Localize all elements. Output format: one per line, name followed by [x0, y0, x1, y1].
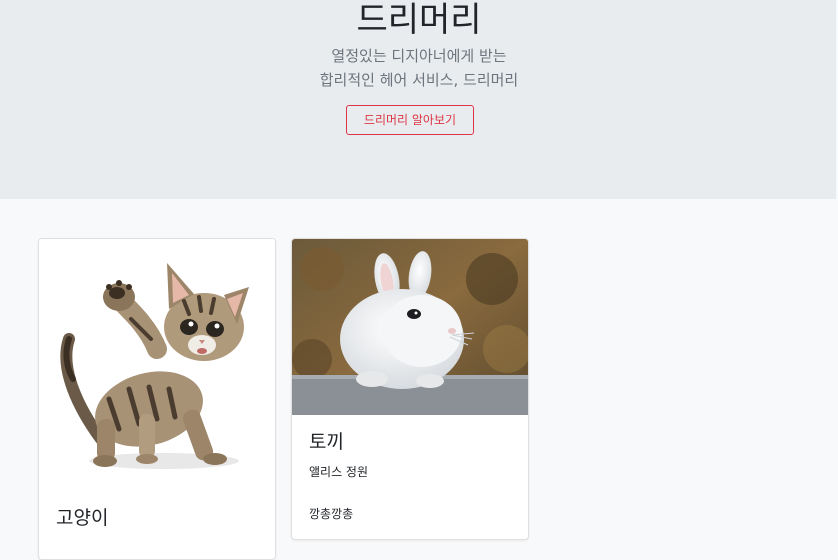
card-subtitle: 앨리스 정원: [309, 465, 369, 479]
card-text: 깡총깡총: [309, 507, 354, 521]
learn-more-button[interactable]: 드리머리 알아보기: [346, 105, 474, 135]
hero-subtitle-line2: 합리적인 헤어 서비스, 드리머리: [319, 71, 519, 89]
rabbit-photo: [292, 239, 528, 415]
hero-subtitle-line1: 열정있는 디지아너에게 받는: [331, 47, 507, 65]
card-title: 토끼: [309, 431, 344, 453]
hero-title: 드리머리: [356, 0, 482, 40]
card-title: 고양이: [56, 507, 109, 529]
card-cat[interactable]: 고양이: [38, 238, 276, 560]
kitten-photo: [39, 239, 275, 489]
hero-section: 드리머리 열정있는 디지아너에게 받는 합리적인 헤어 서비스, 드리머리 드리…: [0, 0, 838, 199]
card-rabbit[interactable]: 토끼 앨리스 정원 깡총깡총: [291, 238, 529, 540]
